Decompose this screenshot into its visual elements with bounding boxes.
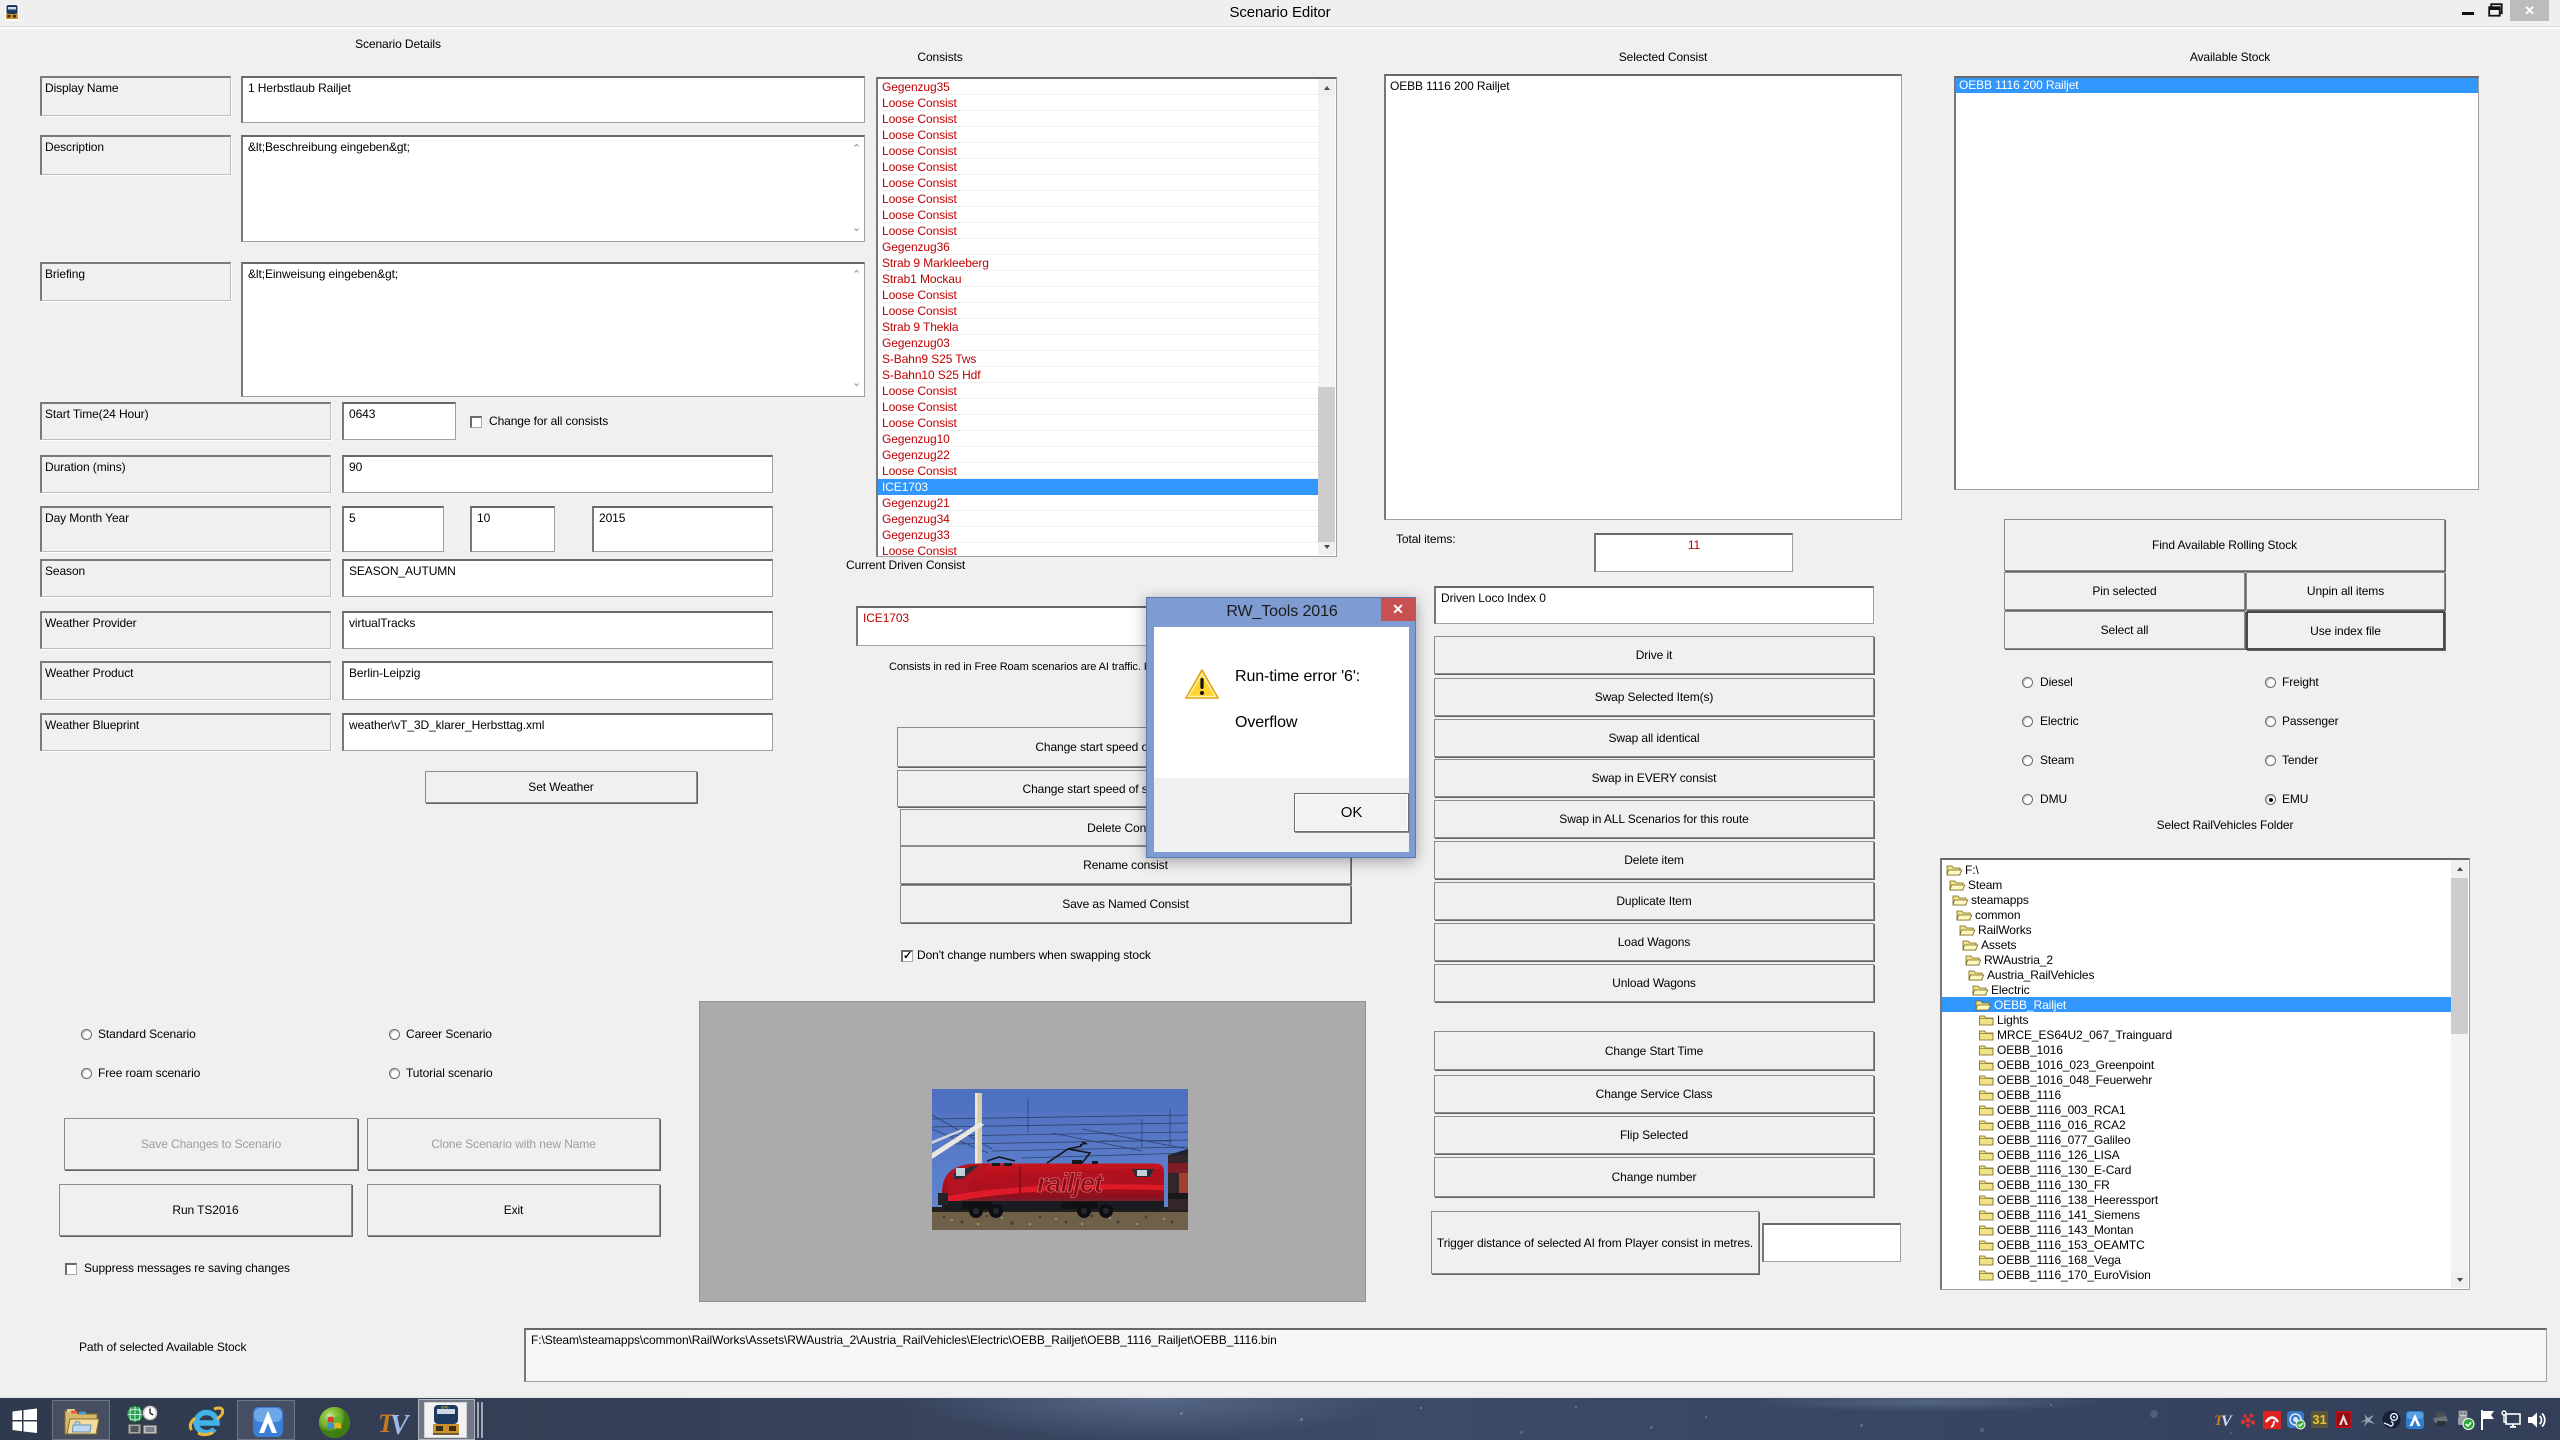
svg-text:railjet: railjet xyxy=(1037,1168,1104,1198)
svg-text:V: V xyxy=(390,1410,410,1438)
svg-text:V: V xyxy=(2221,1413,2233,1430)
svg-text:8346: 8346 xyxy=(441,1406,449,1410)
